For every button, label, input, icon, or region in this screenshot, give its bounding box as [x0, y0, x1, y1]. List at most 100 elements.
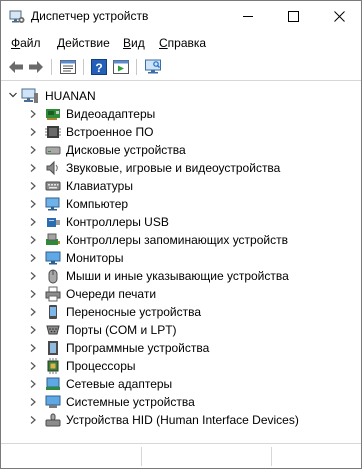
- tree-item[interactable]: Порты (COM и LPT): [1, 321, 361, 339]
- status-bar: [1, 443, 361, 468]
- tree-item-label: Переносные устройства: [66, 305, 202, 319]
- menu-help-key: С: [159, 36, 168, 50]
- chevron-right-icon[interactable]: [29, 379, 37, 389]
- menu-action-rest: ействие: [65, 36, 110, 50]
- minimize-button[interactable]: [226, 1, 270, 32]
- tree-item[interactable]: Устройства HID (Human Interface Devices): [1, 411, 361, 429]
- tree-item[interactable]: Контроллеры запоминающих устройств: [1, 231, 361, 249]
- monitor-scan-icon[interactable]: [144, 58, 162, 76]
- toolbar-separator: [83, 59, 84, 75]
- tree-item-label: Порты (COM и LPT): [66, 323, 177, 337]
- menu-help[interactable]: Справка: [159, 36, 206, 50]
- properties-icon[interactable]: [59, 58, 77, 76]
- tree-item[interactable]: Очереди печати: [1, 285, 361, 303]
- software-device-icon: [48, 341, 58, 355]
- toolbar-separator: [51, 59, 52, 75]
- tree-item[interactable]: Системные устройства: [1, 393, 361, 411]
- tree-item-label: Системные устройства: [66, 395, 195, 409]
- status-pane-divider: [141, 447, 143, 466]
- tree-item-label: Контроллеры USB: [66, 215, 169, 229]
- tree-item-label: Дисковые устройства: [66, 143, 186, 157]
- chevron-right-icon[interactable]: [29, 163, 37, 173]
- chevron-right-icon[interactable]: [29, 181, 37, 191]
- port-icon: [46, 325, 60, 335]
- tree-item-label: Мониторы: [66, 251, 124, 265]
- menu-bar: Файл Действие Вид Справка: [1, 32, 361, 54]
- tree-item[interactable]: Сетевые адаптеры: [1, 375, 361, 393]
- tree-item[interactable]: Дисковые устройства: [1, 141, 361, 159]
- storage-controller-icon: [46, 233, 60, 245]
- chevron-right-icon[interactable]: [29, 127, 37, 137]
- tree-item[interactable]: Встроенное ПО: [1, 123, 361, 141]
- tree-item[interactable]: Контроллеры USB: [1, 213, 361, 231]
- tree-root[interactable]: HUANAN: [1, 87, 361, 105]
- maximize-icon: [288, 11, 299, 22]
- chevron-right-icon[interactable]: [29, 217, 37, 227]
- tree-item[interactable]: Процессоры: [1, 357, 361, 375]
- toolbar-separator: [136, 59, 137, 75]
- tree-item[interactable]: Компьютер: [1, 195, 361, 213]
- network-adapter-icon: [46, 377, 60, 390]
- keyboard-icon: [45, 181, 61, 191]
- device-tree[interactable]: HUANAN Видеоадаптеры Встроенное ПО Дисковы…: [1, 81, 361, 443]
- chevron-down-icon[interactable]: [8, 90, 18, 100]
- tree-item-label: Сетевые адаптеры: [66, 377, 173, 391]
- menu-view[interactable]: Вид: [123, 36, 145, 50]
- toolbar: ?: [1, 54, 361, 81]
- chevron-right-icon[interactable]: [29, 109, 37, 119]
- back-arrow-icon[interactable]: [7, 58, 25, 76]
- tree-item-label: Клавиатуры: [66, 179, 133, 193]
- tree-item[interactable]: Программные устройства: [1, 339, 361, 357]
- display-adapter-icon: [46, 109, 60, 120]
- svg-text:?: ?: [95, 61, 102, 75]
- tree-item[interactable]: Видеоадаптеры: [1, 105, 361, 123]
- close-button[interactable]: [317, 1, 361, 32]
- chevron-right-icon[interactable]: [29, 397, 37, 407]
- chevron-right-icon[interactable]: [29, 343, 37, 353]
- maximize-button[interactable]: [271, 1, 315, 32]
- tree-item[interactable]: Переносные устройства: [1, 303, 361, 321]
- forward-arrow-icon[interactable]: [27, 58, 45, 76]
- computer-icon: [21, 88, 38, 103]
- portable-device-icon: [49, 305, 57, 319]
- chevron-right-icon[interactable]: [29, 325, 37, 335]
- chevron-right-icon[interactable]: [29, 271, 37, 281]
- menu-view-key: В: [123, 36, 132, 50]
- menu-view-rest: ид: [131, 36, 145, 50]
- tree-item-label: Контроллеры запоминающих устройств: [66, 233, 288, 247]
- disk-drive-icon: [45, 146, 61, 155]
- tree-item-label: Процессоры: [66, 359, 136, 373]
- chevron-right-icon[interactable]: [29, 145, 37, 155]
- menu-help-rest: правка: [167, 36, 207, 50]
- title-bar[interactable]: Диспетчер устройств: [1, 1, 361, 32]
- menu-file-key: Ф: [11, 36, 21, 50]
- tree-item-label: Компьютер: [66, 197, 129, 211]
- chevron-right-icon[interactable]: [29, 307, 37, 317]
- menu-action[interactable]: Действие: [57, 36, 110, 50]
- chevron-right-icon[interactable]: [29, 289, 37, 299]
- tree-item[interactable]: Мониторы: [1, 249, 361, 267]
- tree-item[interactable]: Мыши и иные указывающие устройства: [1, 267, 361, 285]
- tree-item[interactable]: Клавиатуры: [1, 177, 361, 195]
- usb-icon: [47, 218, 60, 227]
- run-icon[interactable]: [112, 58, 130, 76]
- tree-root-label: HUANAN: [45, 89, 96, 103]
- tree-item[interactable]: Звуковые, игровые и видеоустройства: [1, 159, 361, 177]
- printer-icon: [45, 286, 61, 302]
- window-title: Диспетчер устройств: [31, 9, 149, 23]
- chevron-right-icon[interactable]: [29, 253, 37, 263]
- device-manager-icon: [9, 10, 25, 23]
- chevron-right-icon[interactable]: [29, 361, 37, 371]
- help-icon[interactable]: ?: [90, 58, 108, 76]
- tree-item-label: Мыши и иные указывающие устройства: [66, 269, 289, 283]
- close-icon: [334, 11, 345, 22]
- chevron-right-icon[interactable]: [29, 415, 37, 425]
- menu-file[interactable]: Файл: [11, 36, 41, 50]
- tree-item-label: Встроенное ПО: [66, 125, 154, 139]
- chevron-right-icon[interactable]: [29, 199, 37, 209]
- computer-icon: [45, 197, 60, 211]
- processor-icon: [47, 358, 59, 374]
- minimize-icon: [243, 16, 253, 17]
- chevron-right-icon[interactable]: [29, 235, 37, 245]
- menu-action-key: Д: [57, 36, 66, 50]
